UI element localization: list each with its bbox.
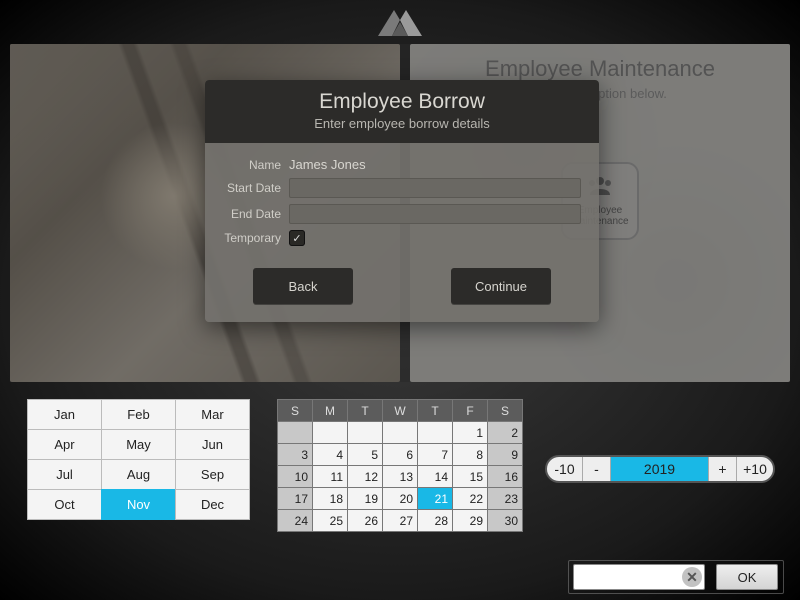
continue-button[interactable]: Continue	[451, 268, 551, 304]
month-jul[interactable]: Jul	[27, 459, 102, 490]
weekday-header: S	[277, 399, 313, 422]
calendar-day-5[interactable]: 5	[347, 443, 383, 466]
end-date-input[interactable]	[289, 204, 581, 224]
month-aug[interactable]: Aug	[101, 459, 176, 490]
year-plus-10-button[interactable]: +10	[737, 457, 773, 481]
calendar-day-16[interactable]: 16	[487, 465, 523, 488]
calendar-empty	[312, 421, 348, 444]
name-label: Name	[223, 158, 281, 172]
calendar-day-22[interactable]: 22	[452, 487, 488, 510]
year-value: 2019	[611, 457, 709, 481]
weekday-header: T	[417, 399, 453, 422]
month-feb[interactable]: Feb	[101, 399, 176, 430]
weekday-header: M	[312, 399, 348, 422]
month-sep[interactable]: Sep	[175, 459, 250, 490]
calendar-day-19[interactable]: 19	[347, 487, 383, 510]
dialog-title: Employee Borrow	[205, 90, 599, 114]
month-oct[interactable]: Oct	[27, 489, 102, 520]
month-may[interactable]: May	[101, 429, 176, 460]
weekday-header: T	[347, 399, 383, 422]
year-minus-10-button[interactable]: -10	[547, 457, 583, 481]
name-value: James Jones	[289, 157, 366, 172]
calendar-day-24[interactable]: 24	[277, 509, 313, 532]
calendar-empty	[277, 421, 313, 444]
calendar-day-11[interactable]: 11	[312, 465, 348, 488]
calendar-day-9[interactable]: 9	[487, 443, 523, 466]
app-logo	[378, 8, 422, 36]
back-button[interactable]: Back	[253, 268, 353, 304]
calendar-day-21[interactable]: 21	[417, 487, 453, 510]
calendar-day-7[interactable]: 7	[417, 443, 453, 466]
day-picker: SMTWTFS 12345678910111213141516171819202…	[278, 400, 523, 532]
clear-icon[interactable]: ✕	[682, 567, 702, 587]
calendar-day-28[interactable]: 28	[417, 509, 453, 532]
calendar-day-10[interactable]: 10	[277, 465, 313, 488]
calendar-day-23[interactable]: 23	[487, 487, 523, 510]
calendar-day-2[interactable]: 2	[487, 421, 523, 444]
calendar-day-1[interactable]: 1	[452, 421, 488, 444]
calendar-day-18[interactable]: 18	[312, 487, 348, 510]
calendar-day-26[interactable]: 26	[347, 509, 383, 532]
start-date-label: Start Date	[223, 181, 281, 195]
calendar-empty	[347, 421, 383, 444]
date-text-input[interactable]: ✕	[573, 564, 705, 590]
calendar-day-25[interactable]: 25	[312, 509, 348, 532]
calendar-day-6[interactable]: 6	[382, 443, 418, 466]
year-minus-button[interactable]: -	[583, 457, 611, 481]
year-picker: -10 - 2019 + +10	[545, 455, 775, 483]
month-dec[interactable]: Dec	[175, 489, 250, 520]
month-apr[interactable]: Apr	[27, 429, 102, 460]
weekday-header: W	[382, 399, 418, 422]
weekday-header: S	[487, 399, 523, 422]
month-jun[interactable]: Jun	[175, 429, 250, 460]
calendar-day-4[interactable]: 4	[312, 443, 348, 466]
dialog-header: Employee Borrow Enter employee borrow de…	[205, 80, 599, 143]
calendar-day-13[interactable]: 13	[382, 465, 418, 488]
temporary-label: Temporary	[223, 231, 281, 245]
month-picker: JanFebMar AprMayJun JulAugSep OctNovDec	[28, 400, 250, 520]
calendar-day-30[interactable]: 30	[487, 509, 523, 532]
calendar-day-20[interactable]: 20	[382, 487, 418, 510]
month-jan[interactable]: Jan	[27, 399, 102, 430]
calendar-day-17[interactable]: 17	[277, 487, 313, 510]
calendar-day-3[interactable]: 3	[277, 443, 313, 466]
calendar-day-8[interactable]: 8	[452, 443, 488, 466]
end-date-label: End Date	[223, 207, 281, 221]
ok-button[interactable]: OK	[716, 564, 778, 590]
calendar-day-15[interactable]: 15	[452, 465, 488, 488]
weekday-header: F	[452, 399, 488, 422]
calendar-empty	[417, 421, 453, 444]
employee-borrow-dialog: Employee Borrow Enter employee borrow de…	[205, 80, 599, 322]
calendar-day-12[interactable]: 12	[347, 465, 383, 488]
calendar-day-14[interactable]: 14	[417, 465, 453, 488]
calendar-day-29[interactable]: 29	[452, 509, 488, 532]
calendar-empty	[382, 421, 418, 444]
dialog-subtitle: Enter employee borrow details	[205, 116, 599, 131]
start-date-input[interactable]	[289, 178, 581, 198]
year-plus-button[interactable]: +	[709, 457, 737, 481]
calendar-day-27[interactable]: 27	[382, 509, 418, 532]
month-nov[interactable]: Nov	[101, 489, 176, 520]
month-mar[interactable]: Mar	[175, 399, 250, 430]
temporary-checkbox[interactable]: ✓	[289, 230, 305, 246]
